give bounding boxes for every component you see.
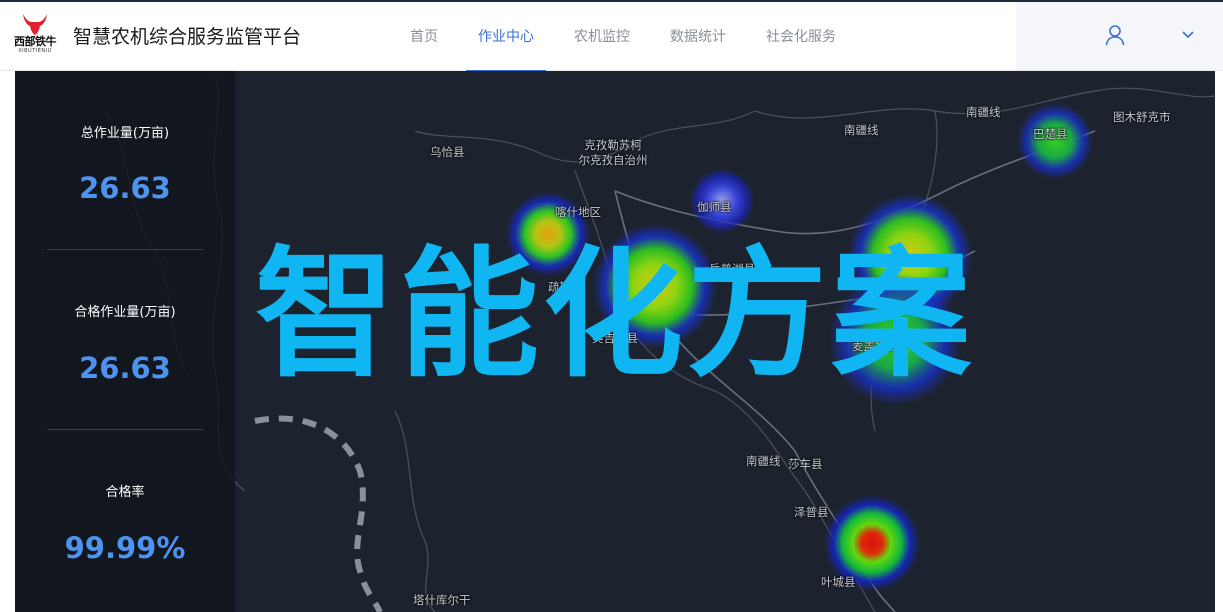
logo-subtext: XIBUTIENIU <box>18 48 52 54</box>
nav-item-machine-monitor[interactable]: 农机监控 <box>554 0 650 71</box>
nav-item-data-statistics[interactable]: 数据统计 <box>650 0 746 71</box>
stat-value: 26.63 <box>79 351 171 385</box>
nav-item-operation-center[interactable]: 作业中心 <box>458 0 554 72</box>
map-label: 泽普县 <box>794 505 829 519</box>
nav-item-social-service[interactable]: 社会化服务 <box>746 0 856 71</box>
chevron-down-icon[interactable] <box>1181 30 1195 40</box>
map-label: 岳普湖县 <box>709 262 755 276</box>
stat-label: 总作业量(万亩) <box>80 126 170 141</box>
map-label: 乌恰县 <box>430 145 465 159</box>
stat-divider <box>47 249 203 250</box>
map-label: 叶城县 <box>821 575 856 589</box>
nav-item-home[interactable]: 首页 <box>390 0 458 71</box>
stat-total-work: 总作业量(万亩) 26.63 <box>15 71 235 251</box>
logo-text: 西部铁牛 <box>14 35 57 48</box>
stat-label: 合格作业量(万亩) <box>74 305 176 320</box>
app-title: 智慧农机综合服务监管平台 <box>73 26 302 48</box>
map-label: 南疆线 <box>746 454 781 468</box>
top-header: 西部铁牛 XIBUTIENIU 智慧农机综合服务监管平台 首页 作业中心 农机监… <box>0 0 1223 72</box>
map-label: 莎车县 <box>788 457 823 471</box>
stat-divider <box>47 429 203 430</box>
stat-value: 26.63 <box>79 171 171 205</box>
stat-qualified-work: 合格作业量(万亩) 26.63 <box>15 251 235 431</box>
brand-logo[interactable]: 西部铁牛 XIBUTIENIU <box>12 12 58 56</box>
stat-value: 99.99% <box>64 531 186 565</box>
bull-logo-icon <box>23 14 47 35</box>
map-label: 南疆线 <box>966 105 1001 119</box>
map-label: 巴楚县 <box>1033 127 1068 141</box>
map-label: 疏勒县 <box>548 280 583 294</box>
map-dashboard: 乌恰县 克孜勒苏柯 尔克孜自治州 喀什地区 伽师县 岳普湖县 疏勒县 英吉沙县 … <box>15 71 1215 612</box>
stat-pass-rate: 合格率 99.99% <box>15 431 235 611</box>
stat-label: 合格率 <box>105 485 145 500</box>
stats-panel: 总作业量(万亩) 26.63 合格作业量(万亩) 26.63 合格率 99.99… <box>15 71 235 612</box>
user-menu[interactable] <box>1016 2 1223 70</box>
map-label: 南疆线 <box>844 123 879 137</box>
main-nav: 首页 作业中心 农机监控 数据统计 社会化服务 <box>390 0 856 72</box>
map-label: 克孜勒苏柯 尔克孜自治州 <box>578 138 648 167</box>
user-icon[interactable] <box>1105 24 1125 46</box>
map-label: 英吉沙县 <box>592 331 638 345</box>
map-label: 喀什地区 <box>555 205 601 219</box>
map-label: 麦盖提县 <box>852 339 898 353</box>
map-label: 塔什库尔干 <box>413 593 471 607</box>
map-label: 图木舒克市 <box>1113 110 1171 124</box>
map-label: 伽师县 <box>697 200 732 214</box>
